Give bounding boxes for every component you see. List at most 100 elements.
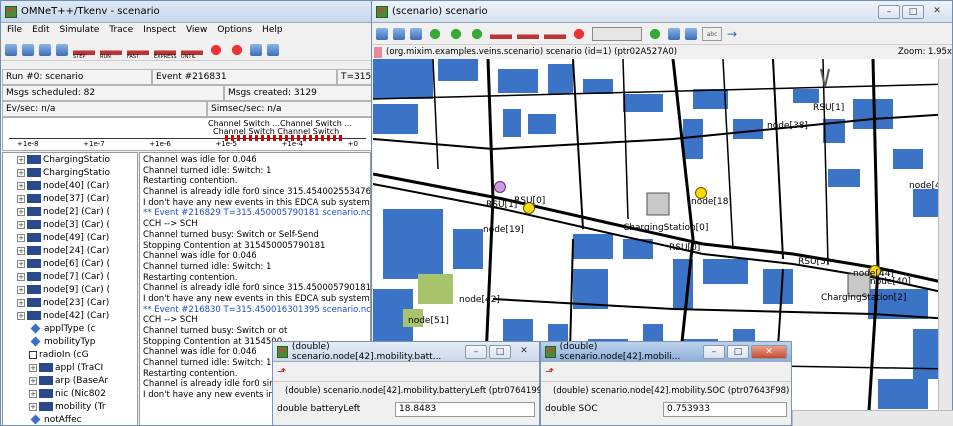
tree-item[interactable]: + node[6] (Car) ( <box>3 257 137 270</box>
maximize-button[interactable]: □ <box>727 344 749 359</box>
object-icon[interactable] <box>410 27 422 40</box>
step-icon[interactable] <box>490 26 512 41</box>
express-icon[interactable]: EXPRESS <box>154 42 177 60</box>
tree-item[interactable]: + node[37] (Car) <box>3 192 137 205</box>
expand-icon[interactable]: + <box>17 181 25 190</box>
arrow-right-icon[interactable]: → <box>727 27 737 41</box>
parent-module-icon[interactable]: ⬏ <box>277 365 286 378</box>
menu-file[interactable]: File <box>7 25 22 37</box>
vertical-scrollbar[interactable] <box>938 59 952 425</box>
tree-item[interactable]: + node[3] (Car) ( <box>3 218 137 231</box>
tick-label: +1e-5 <box>215 140 237 148</box>
inspect-icon[interactable] <box>393 27 405 40</box>
minimize-button[interactable]: – <box>703 344 725 359</box>
expand-icon[interactable]: + <box>17 233 25 242</box>
network-titlebar[interactable]: (scenario) scenario – □ ✕ <box>372 1 952 23</box>
expand-icon[interactable]: + <box>17 194 25 203</box>
soc-value-input[interactable]: 0.753933 <box>663 401 787 417</box>
menu-options[interactable]: Options <box>217 25 252 37</box>
zoom-in-icon[interactable] <box>668 27 680 40</box>
battery-value-input[interactable]: 18.8483 <box>395 401 535 417</box>
minimize-button[interactable]: – <box>878 4 900 19</box>
tree-item[interactable]: notAffec <box>3 413 137 425</box>
expand-icon[interactable]: + <box>29 389 37 398</box>
expand-icon[interactable]: + <box>17 220 25 229</box>
expand-icon[interactable]: + <box>17 272 25 281</box>
main-titlebar[interactable]: OMNeT++/Tkenv - scenario <box>1 1 371 23</box>
until-icon[interactable]: UNTIL <box>181 42 203 60</box>
relayout-icon[interactable] <box>647 26 663 41</box>
menu-help[interactable]: Help <box>262 25 283 37</box>
menu-edit[interactable]: Edit <box>32 25 49 37</box>
tree-item[interactable]: + nic (Nic802 <box>3 387 137 400</box>
close-button[interactable]: ✕ <box>926 5 948 19</box>
tree-item-label: notAffec <box>44 414 82 425</box>
run-icon[interactable]: RUN <box>100 42 122 60</box>
tree-item[interactable]: + mobility (Tr <box>3 400 137 413</box>
layout-icon[interactable] <box>469 26 485 41</box>
close-button[interactable]: ✕ <box>751 344 787 359</box>
expand-icon[interactable]: + <box>17 246 25 255</box>
battery-titlebar[interactable]: (double) scenario.node[42].mobility.batt… <box>273 342 539 362</box>
tree-item[interactable]: + node[7] (Car) ( <box>3 270 137 283</box>
fast-label: FAST <box>127 53 140 60</box>
maximize-button[interactable]: □ <box>902 4 924 19</box>
zoom-icon[interactable] <box>267 43 279 56</box>
tree-item[interactable]: + node[2] (Car) ( <box>3 205 137 218</box>
tree-item[interactable]: + node[24] (Car) <box>3 244 137 257</box>
tree-item[interactable]: + node[9] (Car) ( <box>3 283 137 296</box>
run-icon[interactable] <box>517 26 539 41</box>
record-icon[interactable] <box>229 42 245 57</box>
expand-icon[interactable]: + <box>17 155 25 164</box>
tree-item[interactable]: + appl (TraCI <box>3 361 137 374</box>
menu-trace[interactable]: Trace <box>109 25 133 37</box>
expand-icon[interactable]: + <box>17 298 25 307</box>
labels-toggle-icon[interactable]: abc <box>702 26 722 41</box>
zoom-out-icon[interactable] <box>685 27 697 40</box>
soc-titlebar[interactable]: (double) scenario.node[42].mobili... – □… <box>541 342 791 362</box>
expand-icon[interactable]: + <box>29 363 37 372</box>
tree-item[interactable]: + ChargingStatio <box>3 153 137 166</box>
minimize-button[interactable]: – <box>465 344 487 359</box>
close-button[interactable]: ✕ <box>513 345 535 359</box>
open-icon[interactable] <box>39 43 51 56</box>
stop-icon[interactable] <box>571 26 587 41</box>
expand-icon[interactable]: + <box>17 168 25 177</box>
horizontal-scroll-corner[interactable] <box>792 410 953 426</box>
menu-view[interactable]: View <box>186 25 207 37</box>
tree-item[interactable]: mobilityTyp <box>3 335 137 348</box>
parent-module-icon[interactable]: ⬏ <box>545 365 554 378</box>
tree-item[interactable]: applType (c <box>3 322 137 335</box>
tree-item[interactable]: + arp (BaseAr <box>3 374 137 387</box>
expand-icon[interactable]: + <box>17 285 25 294</box>
expand-icon[interactable]: + <box>29 402 37 411</box>
expand-icon[interactable]: + <box>17 259 25 268</box>
tree-item[interactable]: + node[49] (Car) <box>3 231 137 244</box>
menu-inspect[interactable]: Inspect <box>143 25 176 37</box>
fast-icon[interactable] <box>544 26 566 41</box>
tree-item[interactable]: + node[40] (Car) <box>3 179 137 192</box>
object-tree[interactable]: + ChargingStatio + ChargingStatio + node[40] … <box>2 152 138 425</box>
save-icon[interactable] <box>56 43 68 56</box>
car-node-icon[interactable] <box>494 181 506 193</box>
tree-item[interactable]: + ChargingStatio <box>3 166 137 179</box>
animation-speed-slider[interactable] <box>592 26 642 41</box>
maximize-button[interactable]: □ <box>489 344 511 359</box>
step-icon[interactable]: STEP <box>73 42 95 60</box>
parent-module-icon[interactable] <box>376 27 388 40</box>
expand-icon[interactable]: + <box>17 207 25 216</box>
fast-icon[interactable]: FAST <box>127 42 149 60</box>
expand-icon[interactable]: + <box>17 311 25 320</box>
tree-item[interactable]: + node[23] (Car) <box>3 296 137 309</box>
menu-simulate[interactable]: Simulate <box>60 25 100 37</box>
stop-icon[interactable] <box>208 42 224 57</box>
load-ned-icon[interactable] <box>22 43 34 56</box>
timeline[interactable]: Channel Switch ...Channel Switch ... Cha… <box>2 117 371 151</box>
tree-item[interactable]: radioIn (cG <box>3 348 137 361</box>
network-icon[interactable] <box>250 43 262 56</box>
settings-icon[interactable] <box>448 26 464 41</box>
expand-icon[interactable]: + <box>29 376 37 385</box>
info-icon[interactable] <box>427 26 443 41</box>
new-run-icon[interactable] <box>5 43 17 56</box>
tree-item[interactable]: + node[42] (Car) <box>3 309 137 322</box>
